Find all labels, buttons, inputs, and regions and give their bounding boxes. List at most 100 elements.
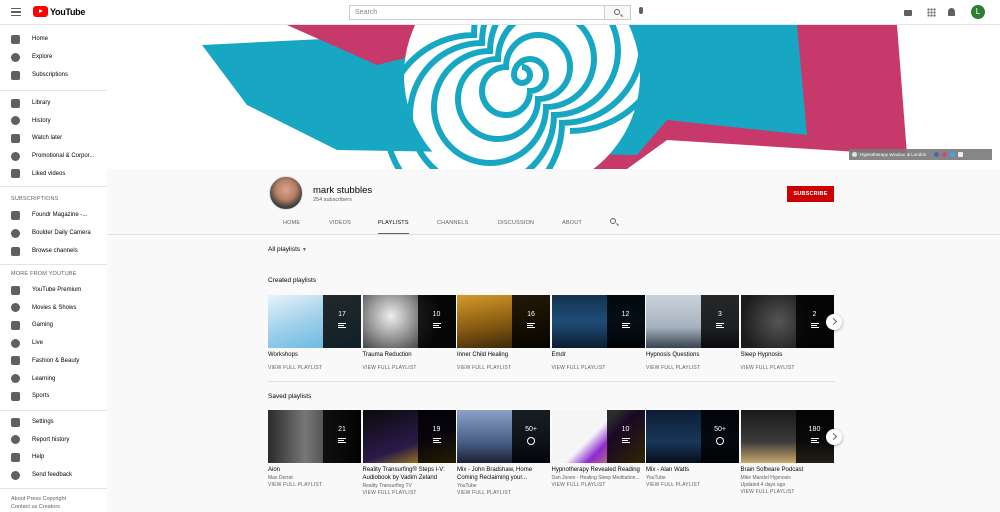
playlist-card[interactable]: 180 Brain Software Podcast Mike Mandel Hyp… — [740, 410, 834, 500]
search-button[interactable] — [605, 5, 631, 20]
playlist-owner[interactable]: YouTube — [646, 475, 666, 481]
view-full-playlist-link[interactable]: VIEW FULL PLAYLIST — [363, 365, 417, 371]
notifications-bell-icon[interactable] — [948, 8, 955, 16]
microphone-icon[interactable] — [639, 7, 643, 14]
playlist-thumbnail[interactable]: 50+ — [457, 410, 550, 463]
playlist-card[interactable]: 12 Emdr VIEW FULL PLAYLIST — [551, 295, 645, 385]
menu-icon[interactable] — [11, 8, 21, 16]
playlist-thumbnail[interactable]: 180 — [740, 410, 834, 463]
playlist-card[interactable]: 16 Inner Child Healing VIEW FULL PLAYLIST — [457, 295, 550, 385]
playlist-title[interactable]: Emdr — [552, 352, 645, 360]
banner-links[interactable]: Hypnotherapy Windsor & London — [849, 149, 992, 160]
facebook-icon[interactable] — [934, 152, 940, 157]
playlist-card[interactable]: 50+ Mix - John Bradshaw, Home Coming Recl… — [457, 410, 550, 500]
playlist-owner[interactable]: Max Derrat — [268, 475, 293, 481]
playlist-owner[interactable]: Reality Transurfing TV — [363, 483, 412, 489]
view-full-playlist-link[interactable]: VIEW FULL PLAYLIST — [363, 490, 417, 496]
apps-grid-icon[interactable] — [927, 8, 936, 17]
search-input[interactable]: Search — [349, 5, 605, 20]
playlist-card[interactable]: 10 Hypnotherapy Revealed Reading Dan Jones… — [551, 410, 645, 500]
playlist-title[interactable]: Workshops — [268, 352, 361, 360]
playlist-thumbnail[interactable]: 17 — [268, 295, 361, 348]
playlist-title[interactable]: Inner Child Healing — [457, 352, 550, 360]
view-full-playlist-link[interactable]: VIEW FULL PLAYLIST — [646, 365, 700, 371]
playlist-owner[interactable]: Dan Jones - Healing Sleep Meditation... — [552, 475, 640, 481]
playlist-thumbnail[interactable]: 16 — [457, 295, 550, 348]
view-full-playlist-link[interactable]: VIEW FULL PLAYLIST — [268, 482, 322, 488]
sidebar-item[interactable]: Gaming — [0, 317, 107, 333]
sidebar-item[interactable]: Subscriptions — [0, 67, 107, 83]
sidebar-item[interactable]: Sports — [0, 388, 107, 404]
sidebar-item[interactable]: Library — [0, 95, 107, 111]
view-full-playlist-link[interactable]: VIEW FULL PLAYLIST — [268, 365, 322, 371]
playlist-thumbnail[interactable]: 2 — [740, 295, 834, 348]
playlist-thumbnail[interactable]: 19 — [362, 410, 456, 463]
sidebar-item[interactable]: Movies & Shows — [0, 300, 107, 316]
sidebar-item[interactable]: History — [0, 113, 107, 129]
created-next-arrow[interactable] — [826, 314, 842, 330]
playlist-owner[interactable]: YouTube — [457, 483, 477, 489]
sidebar-item[interactable]: Foundr Magazine -... — [0, 207, 107, 223]
sidebar-item[interactable]: Help — [0, 449, 107, 465]
sidebar-item[interactable]: Report history — [0, 432, 107, 448]
tab-channels[interactable]: CHANNELS — [437, 220, 469, 226]
playlist-thumbnail[interactable]: 10 — [551, 410, 645, 463]
view-full-playlist-link[interactable]: VIEW FULL PLAYLIST — [741, 365, 795, 371]
footer-links[interactable]: About Press Copyright — [11, 495, 66, 503]
playlist-card[interactable]: 2 Sleep Hypnosis VIEW FULL PLAYLIST — [740, 295, 834, 385]
view-full-playlist-link[interactable]: VIEW FULL PLAYLIST — [552, 365, 606, 371]
playlist-card[interactable]: 50+ Mix - Alan Watts YouTube VIEW FULL PLAY… — [646, 410, 739, 500]
sidebar-item[interactable]: YouTube Premium — [0, 282, 107, 298]
playlist-title[interactable]: Trauma Reduction — [363, 352, 456, 360]
playlist-card[interactable]: 17 Workshops VIEW FULL PLAYLIST — [268, 295, 361, 385]
link-icon[interactable] — [958, 152, 964, 157]
tab-discussion[interactable]: DISCUSSION — [498, 220, 534, 226]
sidebar-item[interactable]: Learning — [0, 371, 107, 387]
view-full-playlist-link[interactable]: VIEW FULL PLAYLIST — [646, 482, 700, 488]
view-full-playlist-link[interactable]: VIEW FULL PLAYLIST — [457, 490, 511, 496]
saved-next-arrow[interactable] — [826, 429, 842, 445]
view-full-playlist-link[interactable]: VIEW FULL PLAYLIST — [741, 489, 795, 495]
playlist-card[interactable]: 19 Reality Transurfing® Steps I-V: Audiob… — [362, 410, 456, 500]
playlist-thumbnail[interactable]: 21 — [268, 410, 361, 463]
playlist-thumbnail[interactable]: 3 — [646, 295, 739, 348]
view-full-playlist-link[interactable]: VIEW FULL PLAYLIST — [457, 365, 511, 371]
instagram-icon[interactable] — [942, 152, 948, 157]
create-video-icon[interactable] — [904, 10, 912, 16]
playlist-title[interactable]: Hypnotherapy Revealed Reading — [552, 467, 645, 475]
playlist-title[interactable]: Mix - Alan Watts — [646, 467, 739, 475]
playlist-title[interactable]: Brain Software Podcast — [741, 467, 834, 475]
channel-search-icon[interactable] — [610, 218, 616, 224]
sidebar-item[interactable]: Send feedback — [0, 467, 107, 483]
website-icon[interactable] — [852, 152, 857, 157]
sidebar-item[interactable]: Settings — [0, 414, 107, 430]
tab-about[interactable]: ABOUT — [562, 220, 582, 226]
sort-dropdown[interactable]: All playlists ▼ — [268, 246, 307, 253]
sidebar-item[interactable]: Explore — [0, 49, 107, 65]
banner-link-label[interactable]: Hypnotherapy Windsor & London — [860, 152, 926, 157]
playlist-owner[interactable]: Mike Mandel Hypnosis — [741, 475, 791, 481]
sidebar-item[interactable]: Promotional & Corpor... — [0, 148, 107, 164]
twitter-icon[interactable] — [950, 152, 956, 157]
playlist-title[interactable]: Sleep Hypnosis — [741, 352, 834, 360]
playlist-card[interactable]: 3 Hypnosis Questions VIEW FULL PLAYLIST — [646, 295, 739, 385]
playlist-card[interactable]: 21 Aion Max Derrat VIEW FULL PLAYLIST — [268, 410, 361, 500]
subscribe-button[interactable]: SUBSCRIBE — [787, 186, 834, 202]
tab-playlists[interactable]: PLAYLISTS — [378, 220, 409, 234]
playlist-title[interactable]: Aion — [268, 467, 361, 475]
account-avatar[interactable]: L — [971, 5, 985, 19]
sidebar-item[interactable]: Browse channels — [0, 243, 107, 259]
sidebar-item[interactable]: Watch later — [0, 130, 107, 146]
channel-avatar[interactable] — [269, 176, 303, 210]
view-full-playlist-link[interactable]: VIEW FULL PLAYLIST — [552, 482, 606, 488]
sidebar-item[interactable]: Home — [0, 31, 107, 47]
tab-home[interactable]: HOME — [283, 220, 300, 226]
sidebar-item[interactable]: Boulder Daily Camera — [0, 225, 107, 241]
playlist-title[interactable]: Hypnosis Questions — [646, 352, 739, 360]
tab-videos[interactable]: VIDEOS — [329, 220, 351, 226]
playlist-card[interactable]: 10 Trauma Reduction VIEW FULL PLAYLIST — [362, 295, 456, 385]
playlist-title[interactable]: Reality Transurfing® Steps I-V: Audioboo… — [363, 467, 456, 482]
sidebar-item[interactable]: Fashion & Beauty — [0, 353, 107, 369]
playlist-thumbnail[interactable]: 10 — [362, 295, 456, 348]
playlist-thumbnail[interactable]: 50+ — [646, 410, 739, 463]
